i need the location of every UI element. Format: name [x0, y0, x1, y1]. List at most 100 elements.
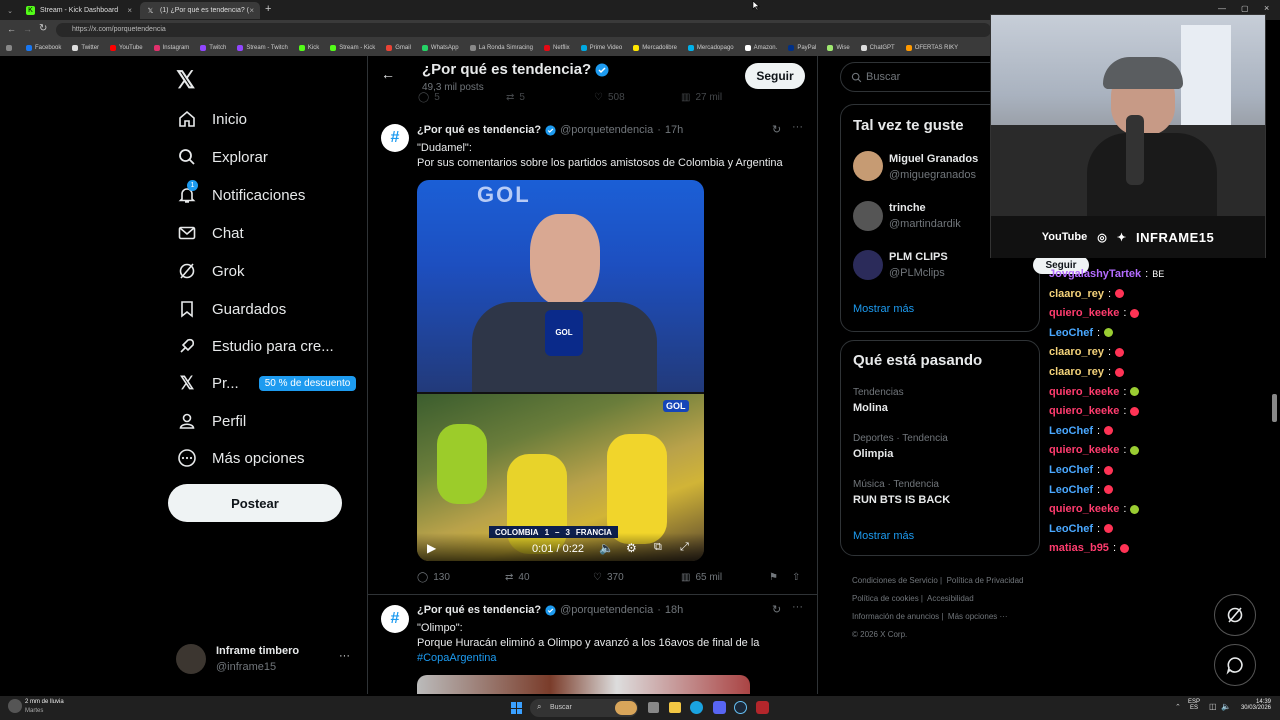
author-name[interactable]: ¿Por qué es tendencia?	[417, 604, 541, 616]
discord-icon[interactable]	[713, 701, 726, 714]
weather-icon[interactable]	[8, 699, 22, 713]
bookmark-facebook[interactable]: Facebook	[26, 45, 61, 51]
trend-item[interactable]: Música · Tendencia RUN BTS IS BACK	[841, 475, 1039, 517]
chat-username[interactable]: LeoChef	[1049, 484, 1093, 496]
chat-username[interactable]: LeoChef	[1049, 425, 1093, 437]
footer-link[interactable]: Accesibilidad	[927, 594, 974, 603]
like-button[interactable]: ♡ 508	[594, 92, 625, 103]
chat-username[interactable]: matias_b95	[1049, 542, 1109, 554]
network-icon[interactable]: ◫	[1209, 702, 1217, 711]
close-window-icon[interactable]: ×	[1264, 3, 1269, 13]
task-view-icon[interactable]	[648, 702, 659, 713]
new-tab-button[interactable]: +	[265, 3, 271, 15]
messages-floating-button[interactable]	[1214, 644, 1256, 686]
tweet-time[interactable]: 18h	[665, 604, 683, 616]
chat-username[interactable]: quiero_keeke	[1049, 444, 1119, 456]
weather-text[interactable]: 2 mm de lluvia	[25, 699, 64, 705]
show-more-link[interactable]: Mostrar más	[853, 303, 914, 315]
reply-button[interactable]: ◯ 5	[418, 92, 440, 103]
hashtag-link[interactable]: #CopaArgentina	[417, 651, 812, 666]
chat-username[interactable]: quiero_keeke	[1049, 503, 1119, 515]
video-player[interactable]: GOL GOL GOL COLOMBIA 1 – 3 FRANCIA ▶ 0:0…	[417, 180, 704, 561]
tweet-image[interactable]	[417, 675, 750, 694]
author-handle[interactable]: @porquetendencia	[560, 604, 653, 616]
footer-link[interactable]: Política de Privacidad	[947, 576, 1024, 585]
bookmark-mercadopago[interactable]: Mercadopago	[687, 45, 734, 51]
more-icon[interactable]: ···	[792, 601, 803, 613]
bookmark-mercadolibre[interactable]: Mercadolibre	[633, 45, 677, 51]
bookmark-whatsapp[interactable]: WhatsApp	[421, 45, 459, 51]
views-button[interactable]: ▥ 27 mil	[681, 92, 722, 103]
bookmark-stream-kick[interactable]: Stream - Kick	[330, 45, 375, 51]
back-arrow-icon[interactable]: ←	[381, 66, 395, 82]
user-name[interactable]: Miguel Granados	[889, 153, 978, 165]
post-button[interactable]: Postear	[168, 484, 342, 522]
back-icon[interactable]: ←	[7, 24, 16, 34]
grok-floating-button[interactable]	[1214, 594, 1256, 636]
author-name[interactable]: ¿Por qué es tendencia?	[417, 124, 541, 136]
nav-bookmarks[interactable]: Guardados	[176, 294, 286, 324]
grok-icon[interactable]: ↻	[772, 603, 781, 616]
nav-home[interactable]: Inicio	[176, 104, 247, 134]
nav-explore[interactable]: Explorar	[176, 142, 268, 172]
chat-username[interactable]: quiero_keeke	[1049, 405, 1119, 417]
footer-link[interactable]: Política de cookies	[852, 594, 919, 603]
chat-username[interactable]: LeoChef	[1049, 327, 1093, 339]
bookmark-netflix[interactable]: Netflix	[543, 45, 570, 51]
nav-premium[interactable]: 𝕏 Pr... 50 % de descuento	[176, 368, 357, 398]
close-icon[interactable]: ×	[127, 6, 132, 15]
avatar[interactable]: #	[381, 605, 409, 633]
bookmark-instagram[interactable]: Instagram	[153, 45, 189, 51]
bookmark-prime-video[interactable]: Prime Video	[580, 45, 622, 51]
trend-item[interactable]: Tendencias Molina	[841, 383, 1039, 425]
footer-link[interactable]: Condiciones de Servicio	[852, 576, 938, 585]
bookmark-paypal[interactable]: PayPal	[788, 45, 816, 51]
grok-icon[interactable]: ↻	[772, 123, 781, 136]
repost-button[interactable]: ⇄ 40	[505, 572, 530, 583]
bookmark-youtube[interactable]: YouTube	[110, 45, 143, 51]
trend-item[interactable]: Deportes · Tendencia Olimpia	[841, 429, 1039, 471]
bookmark-button[interactable]: ⚑	[769, 572, 778, 583]
tray-chevron-icon[interactable]: ⌃	[1175, 703, 1181, 711]
tab-kick-dashboard[interactable]: K Stream - Kick Dashboard ×	[20, 2, 138, 19]
bookmark-amazon[interactable]: Amazon.	[744, 45, 777, 51]
follow-button[interactable]: Seguir	[745, 63, 805, 89]
clock[interactable]: 14:39 30/03/2026	[1239, 699, 1271, 711]
bookmark-stream-twitch[interactable]: Stream - Twitch	[237, 45, 288, 51]
tweet-time[interactable]: 17h	[665, 124, 683, 136]
nav-chat[interactable]: Chat	[176, 218, 244, 248]
avatar[interactable]	[853, 201, 883, 231]
volume-icon[interactable]: 🔈	[1221, 702, 1231, 711]
language-indicator[interactable]: ESP ES	[1188, 699, 1200, 711]
nav-grok[interactable]: Grok	[176, 256, 245, 286]
scrollbar-thumb[interactable]	[1272, 394, 1277, 422]
search-input[interactable]: Buscar	[866, 71, 900, 83]
reply-button[interactable]: ◯ 130	[417, 572, 450, 583]
tweet[interactable]: # ¿Por qué es tendencia? @porquetendenci…	[368, 595, 817, 694]
bookmark-chatgpt[interactable]: ChatGPT	[860, 45, 895, 51]
user-name[interactable]: PLM CLIPS	[889, 251, 948, 263]
fullscreen-icon[interactable]: ⤢	[680, 541, 689, 554]
chat-username[interactable]: claaro_rey	[1049, 288, 1104, 300]
app-icon[interactable]	[756, 701, 769, 714]
play-icon[interactable]: ▶	[427, 541, 436, 555]
more-icon[interactable]: ···	[792, 121, 803, 133]
footer-link[interactable]: Información de anuncios	[852, 612, 939, 621]
reload-icon[interactable]: ↻	[39, 23, 47, 34]
settings-icon[interactable]: ⚙	[626, 541, 637, 555]
chat-username[interactable]: LeoChef	[1049, 523, 1093, 535]
x-logo-icon[interactable]: 𝕏	[176, 66, 195, 95]
nav-more[interactable]: Más opciones	[176, 443, 305, 473]
tab-x-profile[interactable]: 𝕏 (1) ¿Por qué es tendencia? (@porq... ×	[140, 2, 260, 19]
windows-start-icon[interactable]	[511, 702, 523, 714]
like-button[interactable]: ♡ 370	[593, 572, 624, 583]
chat-username[interactable]: quiero_keeke	[1049, 307, 1119, 319]
file-explorer-icon[interactable]	[669, 702, 681, 713]
chat-username[interactable]: claaro_rey	[1049, 346, 1104, 358]
footer-link[interactable]: Más opciones ···	[948, 612, 1008, 621]
nav-profile[interactable]: Perfil	[176, 406, 246, 436]
chat-username[interactable]: quiero_keeke	[1049, 386, 1119, 398]
chat-username[interactable]: claaro_rey	[1049, 366, 1104, 378]
tweet[interactable]: # ¿Por qué es tendencia? @porquetendenci…	[368, 116, 817, 594]
chat-username[interactable]: LeoChef	[1049, 464, 1093, 476]
